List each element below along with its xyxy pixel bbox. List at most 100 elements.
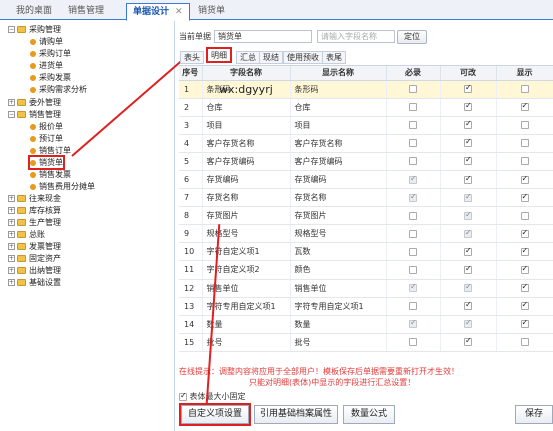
tree-folder[interactable]: + 委外管理 <box>8 97 61 108</box>
row-checkbox[interactable] <box>409 247 417 256</box>
row-checkbox[interactable] <box>409 157 417 166</box>
row-display-name[interactable]: 存货编码 <box>290 170 387 190</box>
row-checkbox[interactable] <box>464 246 472 256</box>
row-checkbox[interactable] <box>520 228 529 238</box>
tree-folder[interactable]: + 固定资产 <box>8 253 61 264</box>
tab-document-design[interactable]: 单据设计 ✕ <box>126 3 190 21</box>
row-checkbox[interactable] <box>464 119 472 130</box>
row-checkbox[interactable] <box>520 85 529 94</box>
reference-archive-attribute-button[interactable]: 引用基础档案属性 <box>254 405 338 424</box>
tree-leaf[interactable]: 采购需求分析 <box>30 84 87 95</box>
fixed-size-checkbox[interactable] <box>179 391 187 401</box>
row-checkbox[interactable] <box>520 101 529 112</box>
row-display-name[interactable]: 存货名称 <box>290 188 387 208</box>
collapse-icon[interactable]: − <box>8 26 15 33</box>
row-checkbox[interactable] <box>409 85 417 94</box>
close-icon[interactable]: ✕ <box>175 7 183 17</box>
field-search-input[interactable]: 请输入字段名称 <box>317 30 395 43</box>
table-row[interactable]: 15 批号 批号 <box>179 333 553 352</box>
row-display-name[interactable]: 销售单位 <box>290 279 387 298</box>
tree-leaf[interactable]: 采购订单 <box>30 48 71 59</box>
tab-cash-settlement[interactable]: 现结 <box>259 51 283 64</box>
row-checkbox[interactable] <box>409 103 417 112</box>
tab-summary-section[interactable]: 汇总 <box>236 51 260 64</box>
table-row[interactable]: 2 仓库 仓库 <box>179 98 553 117</box>
tree-folder[interactable]: + 总账 <box>8 229 45 240</box>
expand-icon[interactable]: + <box>8 207 15 214</box>
quantity-formula-button[interactable]: 数量公式 <box>343 405 395 424</box>
row-checkbox[interactable] <box>464 137 472 148</box>
custom-item-settings-button[interactable]: 自定义项设置 <box>179 403 251 426</box>
table-row[interactable]: 7 存货名称 存货名称 <box>179 188 553 208</box>
row-display-name[interactable]: 颜色 <box>290 260 387 280</box>
row-checkbox[interactable] <box>464 101 472 112</box>
row-display-name[interactable]: 数量 <box>290 315 387 334</box>
table-row[interactable]: 11 字符自定义项2 颜色 <box>179 260 553 280</box>
tree-leaf[interactable]: 进货单 <box>30 60 63 71</box>
tree-folder[interactable]: + 出纳管理 <box>8 265 61 276</box>
row-checkbox[interactable] <box>520 264 529 274</box>
row-checkbox[interactable] <box>464 83 472 94</box>
table-row[interactable]: 13 字符专用自定义项1 字符专用自定义项1 <box>179 297 553 316</box>
tab-sales-delivery[interactable]: 销货单 <box>192 3 231 19</box>
expand-icon[interactable]: + <box>8 267 15 274</box>
row-checkbox[interactable] <box>409 121 417 130</box>
row-checkbox[interactable] <box>409 229 417 238</box>
table-row[interactable]: 3 项目 项目 <box>179 116 553 135</box>
row-checkbox[interactable] <box>520 211 529 220</box>
row-checkbox[interactable] <box>520 282 529 293</box>
tree-folder[interactable]: + 库存核算 <box>8 205 61 216</box>
table-row[interactable]: 10 字符自定义项1 瓦数 <box>179 242 553 262</box>
row-checkbox[interactable] <box>520 192 529 202</box>
locate-button[interactable]: 定位 <box>397 30 427 44</box>
row-display-name[interactable]: 存货图片 <box>290 206 387 226</box>
row-display-name[interactable]: 客户存货名称 <box>290 134 387 153</box>
tree-folder[interactable]: + 发票管理 <box>8 241 61 252</box>
row-checkbox[interactable] <box>409 265 417 274</box>
row-display-name[interactable]: 条形码 <box>290 80 387 99</box>
row-checkbox[interactable] <box>464 300 472 311</box>
expand-icon[interactable]: + <box>8 255 15 262</box>
row-display-name[interactable]: 仓库 <box>290 98 387 117</box>
tree-folder[interactable]: − 销售管理 <box>8 109 61 120</box>
row-checkbox[interactable] <box>409 211 417 220</box>
table-row[interactable]: 5 客户存货编码 客户存货编码 <box>179 152 553 171</box>
row-checkbox[interactable] <box>520 318 529 329</box>
tree-folder[interactable]: + 往来现金 <box>8 193 61 204</box>
table-row[interactable]: 6 存货编码 存货编码 <box>179 170 553 190</box>
table-row[interactable]: 14 数量 数量 <box>179 315 553 334</box>
save-button[interactable]: 保存 <box>515 405 553 424</box>
tree-leaf[interactable]: 预订单 <box>30 133 63 144</box>
table-row[interactable]: 9 规格型号 规格型号 <box>179 224 553 244</box>
tree-leaf[interactable]: 采购发票 <box>30 72 71 83</box>
tree-folder[interactable]: + 基础设置 <box>8 277 61 288</box>
tree-leaf[interactable]: 销售发票 <box>30 169 71 180</box>
row-checkbox[interactable] <box>520 157 529 166</box>
row-checkbox[interactable] <box>520 300 529 311</box>
tab-header-section[interactable]: 表头 <box>180 51 204 64</box>
row-display-name[interactable]: 批号 <box>290 333 387 352</box>
tree-leaf[interactable]: 销货单 <box>28 155 65 170</box>
tree-leaf[interactable]: 请购单 <box>30 36 63 47</box>
tab-use-prepayment[interactable]: 使用预收 <box>283 51 323 64</box>
table-row[interactable]: 4 客户存货名称 客户存货名称 <box>179 134 553 153</box>
tab-sales-management[interactable]: 销售管理 <box>62 3 110 19</box>
row-checkbox[interactable] <box>464 336 472 347</box>
row-checkbox[interactable] <box>409 338 417 347</box>
tree-leaf[interactable]: 销售订单 <box>30 145 71 156</box>
expand-icon[interactable]: + <box>8 243 15 250</box>
tree-leaf[interactable]: 报价单 <box>30 121 63 132</box>
row-checkbox[interactable] <box>464 155 472 166</box>
row-checkbox[interactable] <box>409 139 417 148</box>
row-checkbox[interactable] <box>520 246 529 256</box>
tab-footer-section[interactable]: 表尾 <box>322 51 346 64</box>
row-display-name[interactable]: 项目 <box>290 116 387 135</box>
table-row[interactable]: 8 存货图片 存货图片 <box>179 206 553 226</box>
fixed-size-option[interactable]: 表体最大小固定 <box>179 391 246 402</box>
row-checkbox[interactable] <box>409 302 417 311</box>
row-checkbox[interactable] <box>520 338 529 347</box>
row-display-name[interactable]: 字符专用自定义项1 <box>290 297 387 316</box>
table-row[interactable]: 12 销售单位 销售单位 <box>179 279 553 298</box>
tree-leaf[interactable]: 销售费用分摊单 <box>30 181 95 192</box>
row-checkbox[interactable] <box>464 264 472 274</box>
